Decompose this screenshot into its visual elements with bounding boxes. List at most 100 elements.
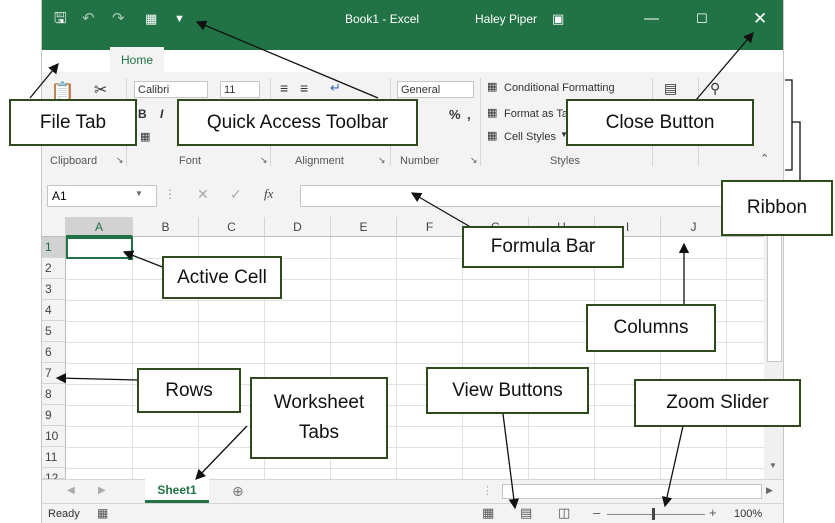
column-header-a[interactable]: A	[66, 217, 133, 237]
tab-insert[interactable]: Insert	[176, 52, 206, 66]
tab-data[interactable]: Data	[407, 52, 432, 66]
tab-review[interactable]: Review	[458, 52, 497, 66]
zoom-slider-thumb[interactable]	[652, 508, 655, 520]
font-launcher-icon[interactable]: ↘	[260, 155, 268, 166]
user-name[interactable]: Haley Piper	[475, 12, 537, 26]
row-header-12[interactable]: 12	[42, 468, 66, 485]
column-header-e[interactable]: E	[331, 217, 397, 237]
column-header-f[interactable]: F	[397, 217, 463, 237]
group-label-number: Number	[400, 155, 440, 167]
tab-power-pivot[interactable]: Power Pivot	[574, 52, 638, 66]
font-size-select[interactable]: 11	[220, 81, 260, 98]
vertical-scrollbar[interactable]: ▲ ▼	[764, 217, 783, 479]
alignment-launcher-icon[interactable]: ↘	[378, 155, 386, 166]
new-sheet-icon[interactable]: ⊕	[232, 483, 244, 500]
formula-input[interactable]	[300, 185, 778, 207]
row-header-9[interactable]: 9	[42, 405, 66, 426]
grid-line	[132, 237, 133, 479]
active-cell[interactable]	[66, 237, 133, 259]
share-icon[interactable]: ☻	[760, 50, 775, 66]
zoom-out-icon[interactable]: –	[593, 505, 600, 520]
tab-page-layout[interactable]: Page Layout	[234, 52, 301, 66]
macro-record-icon[interactable]: ▦	[97, 506, 108, 520]
normal-view-icon[interactable]: ▦	[482, 505, 494, 521]
italic-button[interactable]: I	[160, 107, 163, 121]
tab-home[interactable]: Home	[110, 47, 164, 72]
ribbon-display-icon[interactable]: ▣	[552, 10, 564, 28]
callout-worksheet-tabs-line2: Tabs	[298, 422, 340, 443]
column-header-b[interactable]: B	[133, 217, 199, 237]
cancel-icon[interactable]: ✕	[197, 186, 209, 203]
grid-line	[594, 237, 595, 479]
tab-formulas[interactable]: Formulas	[329, 52, 379, 66]
cell-styles-button[interactable]: Cell Styles	[504, 131, 556, 143]
zoom-slider-track[interactable]	[607, 514, 705, 515]
collapse-ribbon-icon[interactable]: ⌃	[760, 152, 769, 165]
row-header-4[interactable]: 4	[42, 300, 66, 321]
row-header-7[interactable]: 7	[42, 363, 66, 384]
select-all-corner[interactable]	[42, 217, 66, 237]
cut-icon[interactable]: ✂	[94, 80, 107, 100]
scroll-down-icon[interactable]: ▼	[769, 461, 777, 470]
window-title: Book1 - Excel	[345, 12, 420, 26]
tab-view[interactable]: View	[522, 52, 548, 66]
minimize-icon[interactable]: —	[644, 10, 659, 28]
vertical-scroll-thumb[interactable]	[767, 235, 782, 362]
column-header-d[interactable]: D	[265, 217, 331, 237]
row-header-3[interactable]: 3	[42, 279, 66, 300]
column-header-j[interactable]: J	[661, 217, 727, 237]
prev-sheet-icon[interactable]: ◀	[67, 485, 75, 496]
insert-function-icon[interactable]: fx	[264, 186, 273, 202]
number-format-select[interactable]: General	[397, 81, 474, 98]
group-label-clipboard: Clipboard	[50, 155, 98, 167]
align-middle-icon[interactable]: ≡	[300, 80, 308, 96]
borders-icon[interactable]: ▦	[140, 130, 150, 143]
zoom-level[interactable]: 100%	[734, 508, 762, 520]
fill-handle[interactable]	[128, 255, 133, 260]
row-header-8[interactable]: 8	[42, 384, 66, 405]
conditional-formatting-button[interactable]: Conditional Formatting	[504, 82, 615, 94]
row-header-5[interactable]: 5	[42, 321, 66, 342]
next-sheet-icon[interactable]: ▶	[98, 485, 106, 496]
clipboard-launcher-icon[interactable]: ↘	[116, 155, 124, 166]
editing-icon[interactable]: ⚲	[710, 80, 720, 97]
form-icon[interactable]: ▦	[145, 10, 157, 28]
tab-split-handle-icon[interactable]: ⋮	[482, 484, 493, 497]
enter-icon[interactable]: ✓	[230, 186, 242, 203]
comma-button[interactable]: ,	[467, 107, 471, 122]
scroll-right-icon[interactable]: ▶	[766, 485, 773, 496]
wrap-text-icon[interactable]: ↵	[330, 80, 341, 96]
bold-button[interactable]: B	[138, 107, 147, 121]
qat-customize-icon[interactable]: ▼	[174, 10, 185, 28]
tell-me-icon[interactable]: ⚲	[656, 52, 665, 66]
horizontal-scrollbar[interactable]	[502, 484, 762, 499]
maximize-icon[interactable]: ☐	[696, 10, 708, 28]
percent-button[interactable]: %	[449, 107, 461, 122]
row-header-10[interactable]: 10	[42, 426, 66, 447]
row-header-2[interactable]: 2	[42, 258, 66, 279]
zoom-in-icon[interactable]: +	[709, 505, 717, 520]
row-header-11[interactable]: 11	[42, 447, 66, 468]
page-layout-view-icon[interactable]: ▤	[520, 505, 532, 521]
tab-tell-me[interactable]: Tell me	[672, 52, 710, 66]
sheet-tab-sheet1[interactable]: Sheet1	[145, 479, 209, 503]
format-table-icon[interactable]: ▦	[487, 106, 497, 119]
row-header-1[interactable]: 1	[42, 237, 66, 258]
undo-icon[interactable]: ↶	[82, 10, 95, 28]
formula-bar: A1 ▼ ⋮ ✕ ✓ fx	[42, 175, 783, 217]
name-box-dropdown-icon[interactable]: ▼	[135, 189, 143, 198]
column-header-c[interactable]: C	[199, 217, 265, 237]
redo-icon[interactable]: ↷	[112, 10, 125, 28]
number-launcher-icon[interactable]: ↘	[470, 155, 478, 166]
cells-icon[interactable]: ▤	[664, 80, 677, 97]
close-icon[interactable]: ✕	[753, 10, 767, 28]
grid-line	[528, 237, 529, 479]
cell-styles-icon[interactable]: ▦	[487, 129, 497, 142]
save-icon[interactable]: 🖫	[54, 10, 67, 28]
page-break-view-icon[interactable]: ◫	[558, 505, 570, 521]
row-header-6[interactable]: 6	[42, 342, 66, 363]
align-top-icon[interactable]: ≡	[280, 80, 288, 96]
conditional-formatting-icon[interactable]: ▦	[487, 80, 497, 93]
font-name-select[interactable]: Calibri	[134, 81, 208, 98]
tab-file[interactable]: File	[62, 52, 81, 66]
